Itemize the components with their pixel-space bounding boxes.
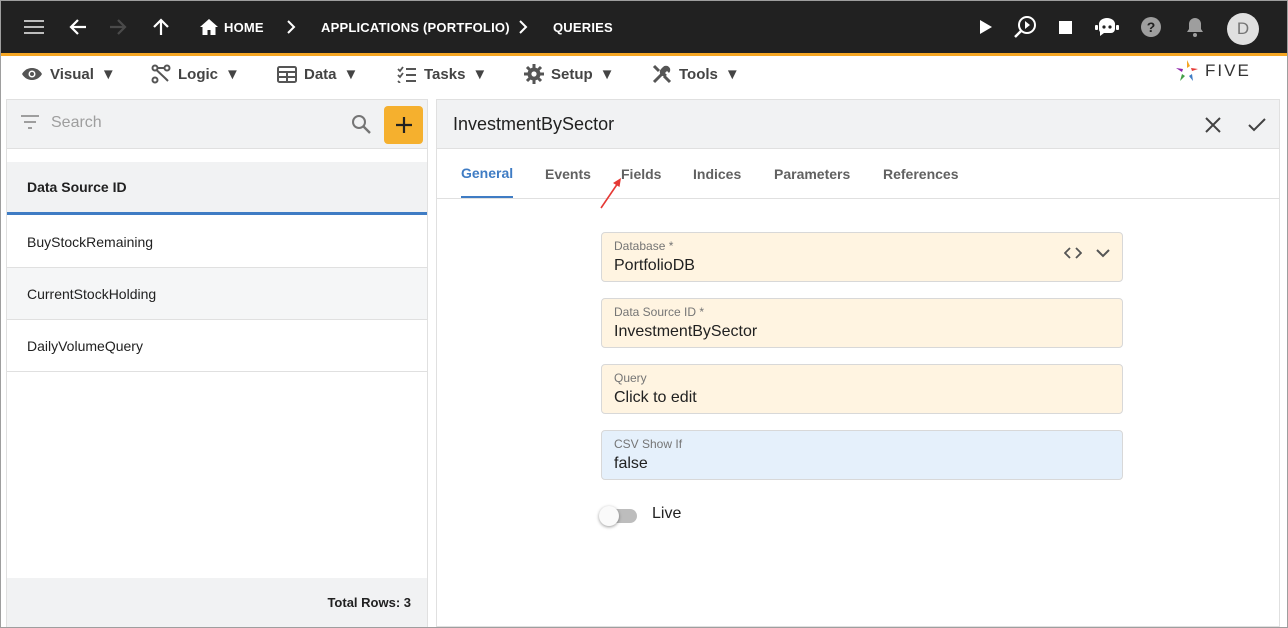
up-arrow-icon[interactable]: [148, 1, 174, 53]
home-icon[interactable]: [197, 1, 221, 53]
form-title: InvestmentBySector: [453, 114, 615, 134]
csv-show-if-field[interactable]: CSV Show If false: [601, 430, 1123, 480]
svg-text:?: ?: [1147, 19, 1156, 35]
main-menu-bar: Visual ▼ Logic ▼ Data ▼ Tasks ▼ Setup ▼ …: [1, 56, 1287, 92]
toggle-knob: [599, 506, 619, 526]
menu-data[interactable]: Data ▼: [277, 56, 358, 92]
database-field-label: Database *: [614, 239, 674, 253]
menu-setup[interactable]: Setup ▼: [524, 56, 615, 92]
top-app-bar: HOME APPLICATIONS (PORTFOLIO) QUERIES ? …: [1, 1, 1287, 56]
live-toggle[interactable]: [599, 503, 639, 526]
tab-indices[interactable]: Indices: [693, 150, 741, 198]
menu-data-label: Data: [304, 65, 337, 83]
gear-icon: [524, 64, 544, 84]
chevron-down-icon[interactable]: [1096, 248, 1110, 258]
dropdown-caret-icon: ▼: [472, 65, 488, 83]
menu-logic-label: Logic: [178, 65, 218, 83]
menu-setup-label: Setup: [551, 65, 593, 83]
close-button[interactable]: [1200, 112, 1226, 138]
live-toggle-label: Live: [652, 505, 682, 522]
chatbot-icon[interactable]: [1093, 1, 1121, 53]
hamburger-menu-icon[interactable]: [19, 1, 49, 53]
five-logo-mark-icon: [1176, 60, 1198, 81]
checklist-icon: [397, 65, 416, 83]
menu-visual-label: Visual: [50, 65, 94, 83]
list-item[interactable]: DailyVolumeQuery: [7, 320, 427, 372]
chevron-right-icon: [283, 1, 299, 53]
database-field-value: PortfolioDB: [614, 257, 695, 274]
list-item[interactable]: CurrentStockHolding: [7, 268, 427, 320]
run-search-icon[interactable]: [1011, 1, 1039, 53]
tab-events[interactable]: Events: [545, 150, 591, 198]
dropdown-caret-icon: ▼: [724, 65, 740, 83]
forward-arrow-icon[interactable]: [105, 1, 131, 53]
code-icon[interactable]: [1064, 247, 1082, 259]
save-button[interactable]: [1244, 112, 1270, 138]
list-item[interactable]: BuyStockRemaining: [7, 216, 427, 268]
tab-parameters[interactable]: Parameters: [774, 150, 850, 198]
annotation-arrow-icon: [600, 178, 621, 209]
menu-tools-label: Tools: [679, 65, 718, 83]
help-icon[interactable]: ?: [1139, 1, 1163, 53]
form-panel: InvestmentBySector General Events Fields…: [436, 99, 1280, 627]
database-field[interactable]: Database * PortfolioDB: [601, 232, 1123, 282]
csv-show-if-value: false: [614, 455, 648, 472]
search-bar: Search: [7, 100, 427, 149]
filter-icon[interactable]: [21, 115, 39, 134]
logic-icon: [151, 64, 171, 84]
csv-show-if-label: CSV Show If: [614, 437, 683, 451]
list-panel: Search Data Source ID BuyStockRemaining …: [6, 99, 428, 627]
breadcrumb-queries[interactable]: QUERIES: [553, 1, 613, 53]
stop-icon[interactable]: [1054, 1, 1076, 53]
dropdown-caret-icon: ▼: [225, 65, 240, 83]
menu-visual[interactable]: Visual ▼: [21, 56, 116, 92]
menu-logic[interactable]: Logic ▼: [151, 56, 240, 92]
five-logo: FIVE: [1175, 58, 1251, 84]
notifications-bell-icon[interactable]: [1183, 1, 1207, 53]
check-icon: [1248, 118, 1266, 132]
menu-tasks-label: Tasks: [424, 65, 466, 83]
dropdown-caret-icon: ▼: [343, 65, 359, 83]
data-source-id-label: Data Source ID *: [614, 305, 705, 319]
query-field[interactable]: Query Click to edit: [601, 364, 1123, 414]
table-icon: [277, 65, 297, 83]
form-header: InvestmentBySector: [437, 100, 1279, 149]
menu-tasks[interactable]: Tasks ▼: [397, 56, 487, 92]
tools-icon: [652, 64, 672, 84]
search-input[interactable]: Search: [51, 114, 102, 132]
form-tabs: General Events Fields Indices Parameters…: [437, 150, 1279, 199]
query-field-value: Click to edit: [614, 389, 697, 406]
column-header-data-source-id[interactable]: Data Source ID: [7, 162, 427, 215]
tab-fields[interactable]: Fields: [621, 150, 661, 198]
search-icon[interactable]: [351, 114, 371, 139]
close-icon: [1205, 117, 1221, 133]
breadcrumb-home[interactable]: HOME: [224, 1, 264, 53]
five-logo-text: FIVE: [1205, 61, 1251, 80]
app-window: HOME APPLICATIONS (PORTFOLIO) QUERIES ? …: [0, 0, 1288, 628]
menu-tools[interactable]: Tools ▼: [652, 56, 740, 92]
data-source-id-field[interactable]: Data Source ID * InvestmentBySector: [601, 298, 1123, 348]
user-avatar[interactable]: D: [1227, 13, 1259, 45]
add-record-button[interactable]: [384, 106, 423, 144]
dropdown-caret-icon: ▼: [599, 65, 615, 83]
dropdown-caret-icon: ▼: [100, 65, 116, 83]
plus-icon: [395, 117, 412, 133]
eye-icon: [22, 68, 42, 80]
total-rows-footer: Total Rows: 3: [7, 578, 427, 627]
back-arrow-icon[interactable]: [65, 1, 91, 53]
query-field-label: Query: [614, 371, 647, 385]
tab-general[interactable]: General: [461, 150, 514, 198]
breadcrumb-applications[interactable]: APPLICATIONS (PORTFOLIO): [321, 1, 510, 53]
data-source-id-value: InvestmentBySector: [614, 323, 758, 340]
tab-references[interactable]: References: [883, 150, 959, 198]
chevron-right-icon: [515, 1, 531, 53]
run-play-icon[interactable]: [974, 1, 998, 53]
